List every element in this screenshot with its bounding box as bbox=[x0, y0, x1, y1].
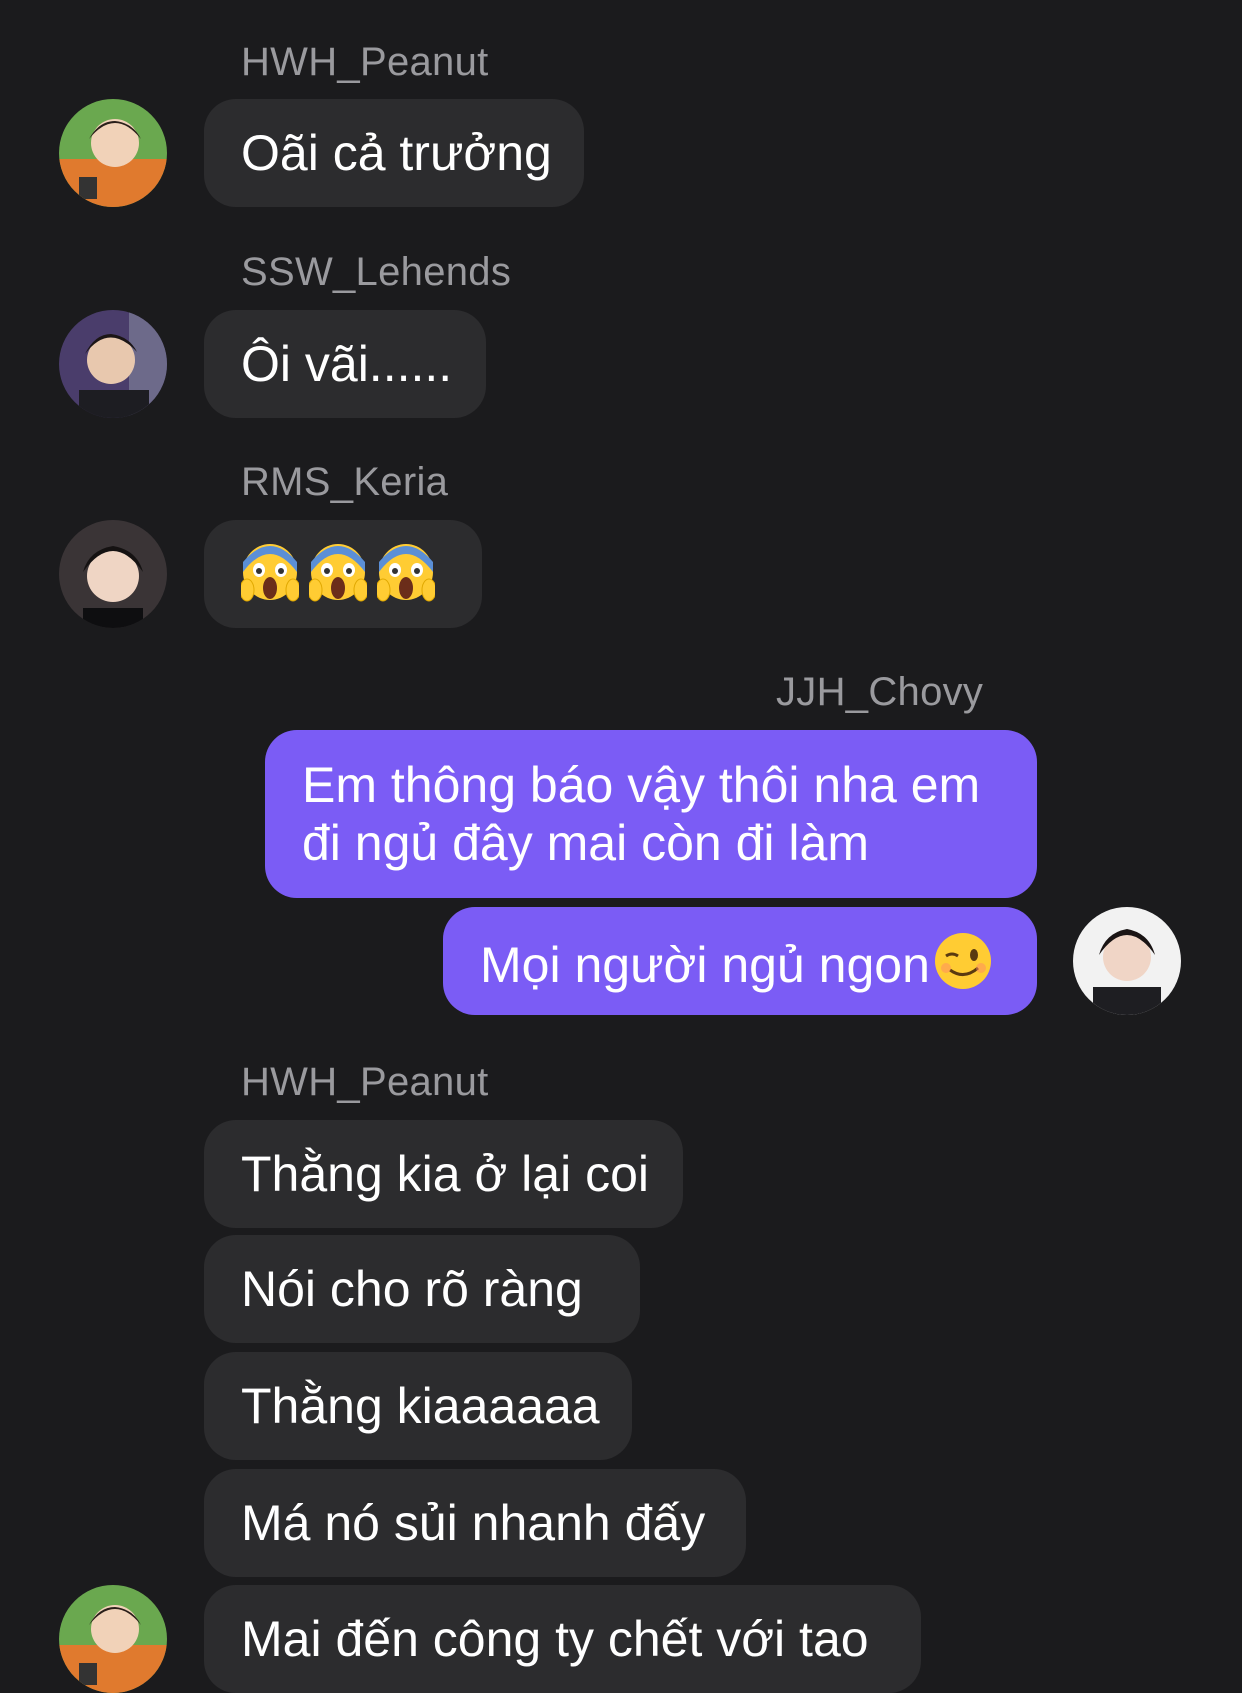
message-bubble[interactable]: Thằng kia ở lại coi bbox=[204, 1120, 683, 1228]
lehends-avatar-icon bbox=[59, 310, 167, 418]
avatar-hwh-peanut[interactable] bbox=[59, 1585, 167, 1693]
peanut-avatar-icon bbox=[59, 1585, 167, 1693]
peanut-avatar-icon bbox=[59, 99, 167, 207]
message-text: Thằng kia ở lại coi bbox=[241, 1146, 649, 1202]
message-bubble[interactable]: Mai đến công ty chết với tao bbox=[204, 1585, 921, 1693]
avatar-jjh-chovy[interactable] bbox=[1073, 907, 1181, 1015]
emoji-row bbox=[241, 520, 482, 628]
scream-emoji-icon bbox=[241, 544, 299, 602]
sender-name: RMS_Keria bbox=[241, 460, 449, 504]
chovy-avatar-icon bbox=[1073, 907, 1181, 1015]
scream-emoji-icon bbox=[309, 544, 367, 602]
avatar-hwh-peanut[interactable] bbox=[59, 99, 167, 207]
message-text: Mai đến công ty chết với tao bbox=[241, 1611, 869, 1667]
avatar-ssw-lehends[interactable] bbox=[59, 310, 167, 418]
scream-emoji-icon bbox=[377, 544, 435, 602]
sender-name: HWH_Peanut bbox=[241, 40, 489, 84]
message-bubble[interactable]: Thằng kiaaaaaa bbox=[204, 1352, 632, 1460]
wink-emoji-icon bbox=[934, 933, 991, 989]
keria-avatar-icon bbox=[59, 520, 167, 628]
message-text: Thằng kiaaaaaa bbox=[241, 1378, 600, 1434]
message-text: Em thông báo vậy thôi nha em đi ngủ đây … bbox=[302, 757, 981, 871]
message-text: Mọi người ngủ ngon bbox=[480, 937, 930, 993]
message-text: Ôi vãi...... bbox=[241, 336, 453, 392]
message-text: Oãi cả trưởng bbox=[241, 125, 552, 181]
avatar-rms-keria[interactable] bbox=[59, 520, 167, 628]
sender-name: JJH_Chovy bbox=[776, 670, 984, 714]
message-bubble[interactable]: Nói cho rõ ràng bbox=[204, 1235, 640, 1343]
message-bubble[interactable]: Oãi cả trưởng bbox=[204, 99, 584, 207]
sender-name: SSW_Lehends bbox=[241, 250, 512, 294]
sender-name: HWH_Peanut bbox=[241, 1060, 489, 1104]
message-bubble[interactable]: Ôi vãi...... bbox=[204, 310, 486, 418]
message-bubble[interactable]: Má nó sủi nhanh đấy bbox=[204, 1469, 746, 1577]
message-text: Má nó sủi nhanh đấy bbox=[241, 1495, 706, 1551]
message-bubble[interactable]: Mọi người ngủ ngon bbox=[443, 907, 1037, 1015]
message-text: Nói cho rõ ràng bbox=[241, 1261, 583, 1317]
chat-thread[interactable]: HWH_Peanut Oãi cả trưởng SSW_Lehends Ôi … bbox=[0, 0, 1242, 1693]
message-bubble[interactable] bbox=[204, 520, 482, 628]
message-bubble[interactable]: Em thông báo vậy thôi nha em đi ngủ đây … bbox=[265, 730, 1037, 898]
